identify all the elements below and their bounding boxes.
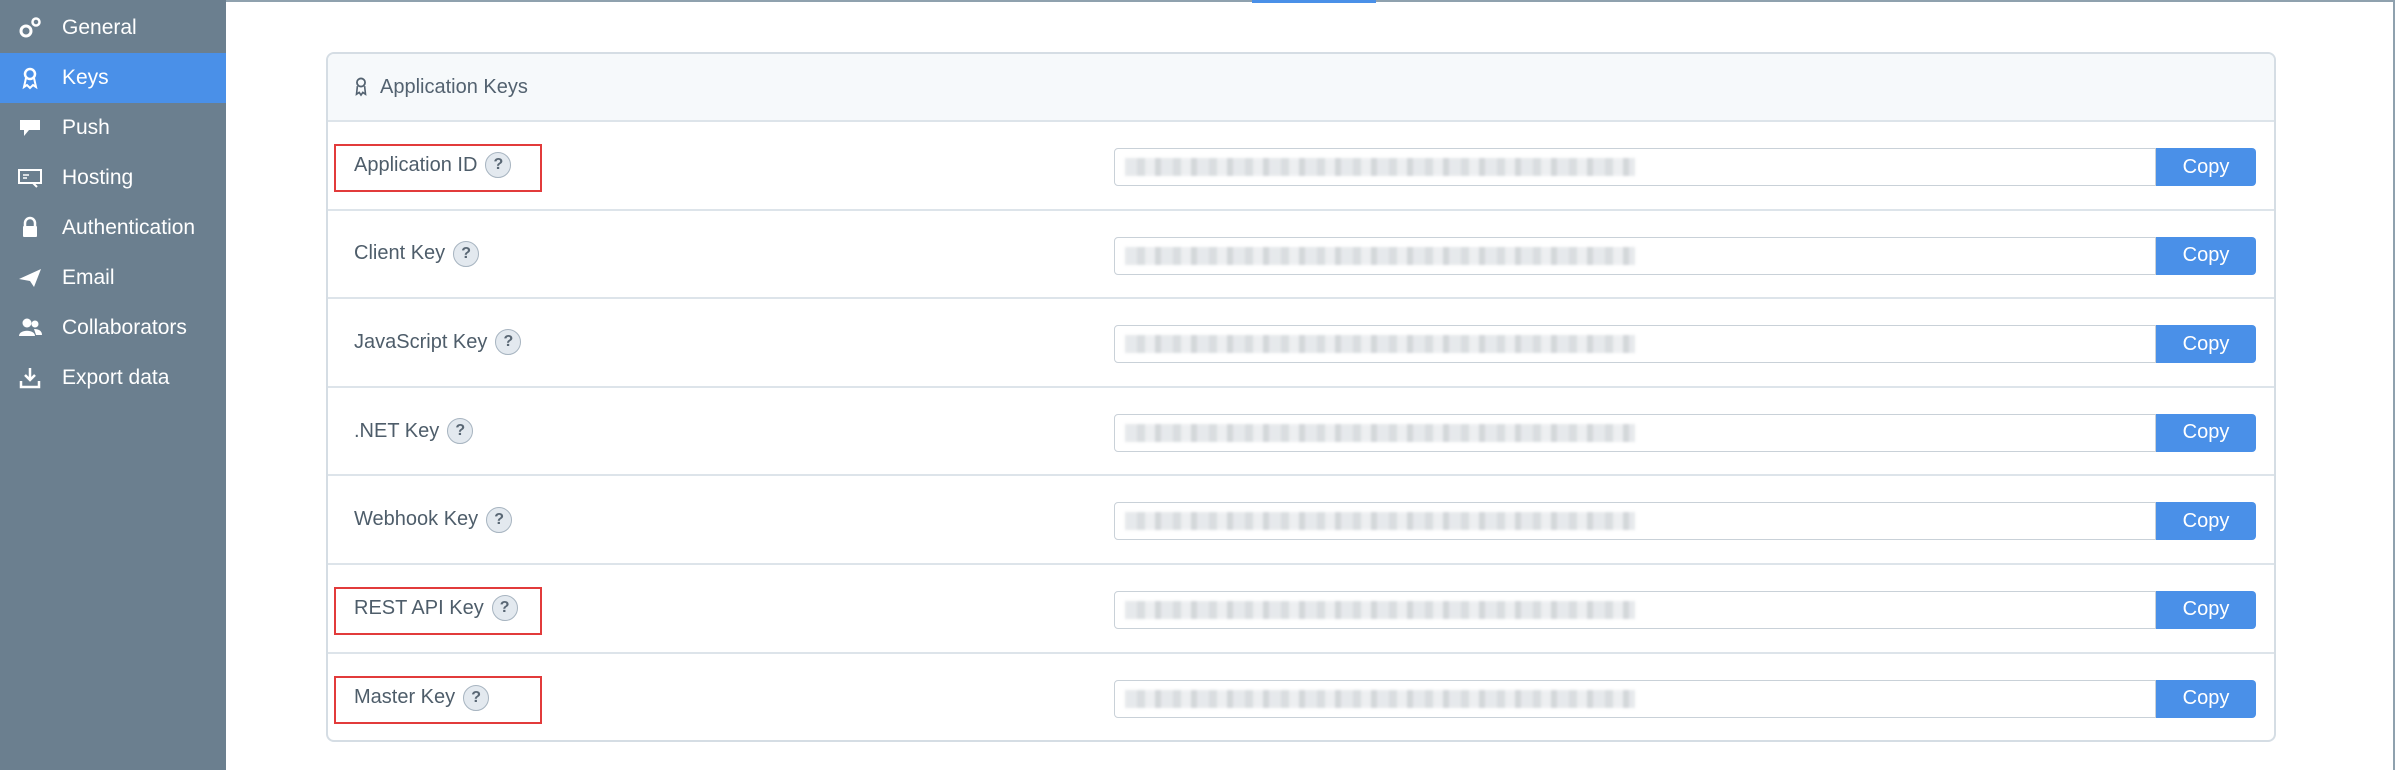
sidebar-item-label: Authentication [62, 216, 196, 239]
key-label: JavaScript Key ? [354, 299, 522, 386]
users-icon [16, 314, 44, 342]
sidebar-item-collaborators[interactable]: Collaborators [0, 303, 226, 353]
key-row-rest-api-key: REST API Key ? Copy [328, 565, 2274, 654]
key-label-text: JavaScript Key [354, 330, 488, 353]
help-icon[interactable]: ? [495, 329, 522, 356]
key-value-input[interactable] [1115, 326, 2155, 363]
copy-button[interactable]: Copy [2156, 236, 2256, 275]
sidebar-item-label: Push [62, 116, 110, 139]
hosting-icon [16, 164, 44, 192]
key-label: .NET Key ? [354, 388, 474, 475]
key-value-field[interactable] [1114, 325, 2156, 364]
help-icon[interactable]: ? [486, 506, 513, 533]
key-label-text: Master Key [354, 686, 456, 709]
key-row-application-id: Application ID ? Copy [328, 122, 2274, 211]
key-label: Client Key ? [354, 211, 480, 298]
help-icon[interactable]: ? [453, 240, 480, 267]
key-label-text: Client Key [354, 242, 446, 265]
key-value-input[interactable] [1115, 503, 2155, 540]
key-value-field[interactable] [1114, 502, 2156, 541]
sidebar-item-push[interactable]: Push [0, 103, 226, 153]
key-value-input[interactable] [1115, 680, 2155, 717]
application-keys-panel: Application Keys Application ID ? Copy C… [326, 52, 2276, 742]
key-value-field[interactable] [1114, 679, 2156, 718]
key-value-field[interactable] [1114, 236, 2156, 275]
push-icon [16, 114, 44, 142]
key-row-client-key: Client Key ? Copy [328, 211, 2274, 300]
key-label-text: REST API Key [354, 596, 484, 619]
key-row-master-key: Master Key ? Copy [328, 654, 2274, 740]
sidebar-item-label: Collaborators [62, 316, 187, 339]
panel-header: Application Keys [328, 54, 2274, 122]
key-value-field[interactable] [1114, 148, 2156, 186]
sidebar-item-authentication[interactable]: Authentication [0, 203, 226, 253]
sidebar-item-keys[interactable]: Keys [0, 53, 226, 103]
key-value-input[interactable] [1115, 414, 2155, 451]
sidebar-item-label: Keys [62, 66, 109, 89]
copy-button[interactable]: Copy [2156, 148, 2256, 186]
key-label: REST API Key ? [354, 565, 518, 652]
gear-icon [16, 14, 44, 42]
copy-button[interactable]: Copy [2156, 325, 2256, 364]
key-row-javascript-key: JavaScript Key ? Copy [328, 299, 2274, 388]
sidebar-item-label: Email [62, 266, 115, 289]
help-icon[interactable]: ? [447, 418, 474, 445]
key-label-text: Application ID [354, 153, 478, 176]
sidebar: General Keys Push Hosting Authentication… [0, 0, 226, 770]
key-label-text: .NET Key [354, 419, 440, 442]
help-icon[interactable]: ? [491, 595, 518, 622]
download-icon [16, 364, 44, 392]
key-icon [352, 75, 372, 99]
key-label: Webhook Key ? [354, 476, 513, 563]
sidebar-item-email[interactable]: Email [0, 253, 226, 303]
copy-button[interactable]: Copy [2156, 413, 2256, 452]
copy-button[interactable]: Copy [2156, 679, 2256, 718]
sidebar-item-label: Export data [62, 366, 170, 389]
paper-plane-icon [16, 264, 44, 292]
panel-title: Application Keys [380, 75, 528, 98]
help-icon[interactable]: ? [463, 684, 490, 711]
copy-button[interactable]: Copy [2156, 590, 2256, 629]
key-value-input[interactable] [1115, 591, 2155, 628]
key-value-input[interactable] [1115, 237, 2155, 274]
key-row-net-key: .NET Key ? Copy [328, 388, 2274, 477]
copy-button[interactable]: Copy [2156, 502, 2256, 541]
key-icon [16, 64, 44, 92]
top-tab-indicator [1252, 0, 1376, 3]
sidebar-item-label: Hosting [62, 166, 134, 189]
key-value-field[interactable] [1114, 413, 2156, 452]
sidebar-item-export-data[interactable]: Export data [0, 353, 226, 403]
key-value-input[interactable] [1115, 149, 2155, 185]
key-label-text: Webhook Key [354, 508, 479, 531]
key-label: Master Key ? [354, 654, 490, 740]
key-row-webhook-key: Webhook Key ? Copy [328, 476, 2274, 565]
key-label: Application ID ? [354, 122, 512, 209]
lock-icon [16, 214, 44, 242]
sidebar-item-label: General [62, 16, 137, 39]
sidebar-item-hosting[interactable]: Hosting [0, 153, 226, 203]
help-icon[interactable]: ? [485, 152, 512, 179]
sidebar-item-general[interactable]: General [0, 3, 226, 53]
key-value-field[interactable] [1114, 590, 2156, 629]
